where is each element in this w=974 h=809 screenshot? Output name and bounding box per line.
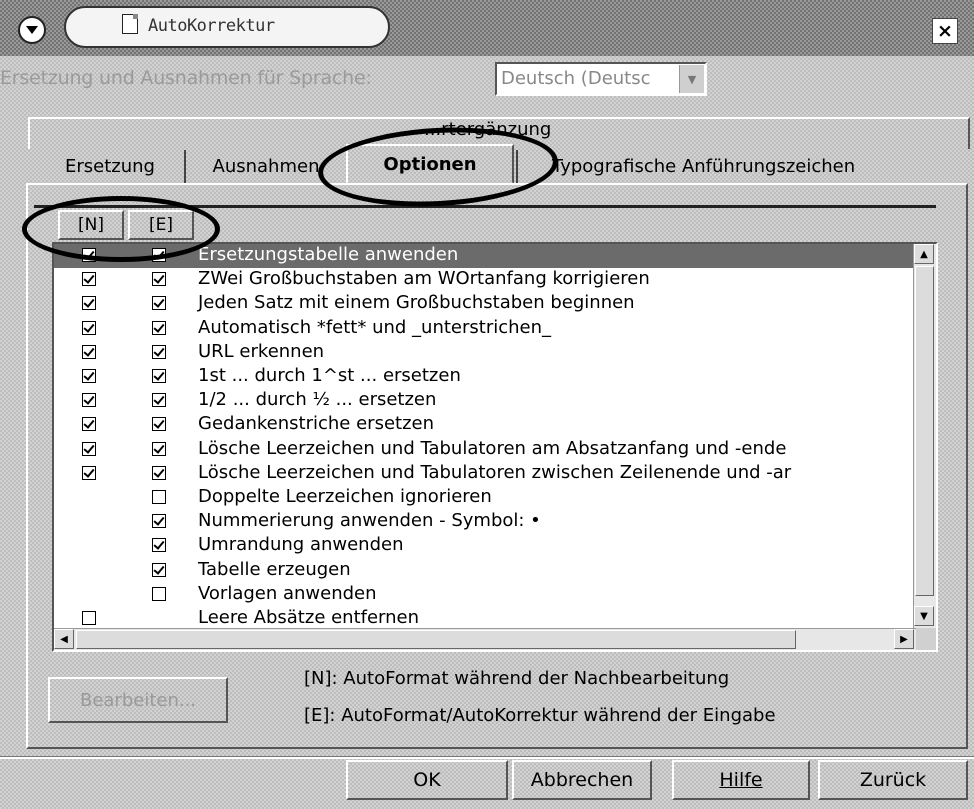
checkbox-e[interactable] (152, 465, 166, 480)
language-label: Ersetzung und Ausnahmen für Sprache: (0, 67, 372, 89)
scroll-left-icon[interactable]: ◀ (54, 629, 74, 649)
back-button[interactable]: Zurück (818, 760, 968, 800)
checkbox-n[interactable] (82, 320, 96, 335)
list-item-label: Leere Absätze entfernen (198, 607, 420, 628)
vertical-scrollbar[interactable]: ▲ ▼ (913, 244, 936, 628)
checkbox-e[interactable] (152, 538, 166, 553)
checkbox-n[interactable] (82, 417, 96, 432)
checkbox-n[interactable] (82, 344, 96, 359)
edit-button-label: Bearbeiten... (79, 689, 197, 711)
ok-label: OK (413, 769, 441, 791)
tab-ersetzung[interactable]: Ersetzung (40, 148, 180, 184)
list-item[interactable]: 1st ... durch 1^st ... ersetzen (54, 365, 914, 389)
scroll-right-icon[interactable]: ▶ (894, 629, 914, 649)
horizontal-scrollbar[interactable]: ◀ ▶ (54, 628, 916, 650)
checkbox-e[interactable] (152, 296, 166, 311)
list-item-label: Doppelte Leerzeichen ignorieren (198, 486, 492, 507)
list-item[interactable]: Jeden Satz mit einem Großbuchstaben begi… (54, 292, 914, 316)
scroll-thumb-horizontal[interactable] (76, 630, 796, 649)
checkbox-n[interactable] (82, 296, 96, 311)
checkbox-e[interactable] (152, 369, 166, 383)
checkbox-e[interactable] (152, 490, 166, 504)
tab-label: Ausnahmen (212, 155, 320, 177)
list-item-label: Umrandung anwenden (198, 534, 404, 556)
scroll-corner (916, 628, 936, 650)
checkbox-e[interactable] (152, 320, 166, 335)
close-icon[interactable]: × (932, 18, 958, 44)
list-item[interactable]: Umrandung anwenden (54, 534, 914, 558)
list-item-label: Gedankenstriche ersetzen (198, 413, 435, 435)
edit-button[interactable]: Bearbeiten... (48, 677, 228, 723)
scroll-down-icon[interactable]: ▼ (914, 606, 934, 626)
list-item-label: Lösche Leerzeichen und Tabulatoren zwisc… (198, 461, 792, 483)
checkbox-n[interactable] (82, 369, 96, 383)
checkbox-e[interactable] (152, 417, 166, 432)
scroll-thumb-vertical[interactable] (915, 266, 934, 596)
checkbox-n[interactable] (82, 441, 96, 456)
checkbox-n[interactable] (82, 393, 96, 408)
tab-label: Ersetzung (65, 155, 155, 177)
list-item[interactable]: Lösche Leerzeichen und Tabulatoren zwisc… (54, 462, 914, 486)
list-item-label: Ersetzungstabelle anwenden (198, 244, 459, 265)
tab-divider (184, 150, 186, 184)
list-item-label: Jeden Satz mit einem Großbuchstaben begi… (198, 292, 635, 314)
list-item-label: Tabelle erzeugen (198, 558, 351, 580)
list-item[interactable]: Automatisch *fett* und _unterstrichen_ (54, 317, 914, 341)
list-item-label: Automatisch *fett* und _unterstrichen_ (198, 316, 552, 338)
list-item-label: Vorlagen anwenden (198, 582, 377, 604)
window-menu-icon[interactable] (18, 16, 46, 44)
language-value: Deutsch (Deutsc (501, 68, 651, 89)
list-item-label: 1st ... durch 1^st ... ersetzen (198, 365, 461, 386)
list-item-label: Lösche Leerzeichen und Tabulatoren am Ab… (198, 437, 787, 459)
tab-label: Typografische Anführungszeichen (552, 155, 856, 177)
checkbox-e[interactable] (152, 514, 166, 529)
list-item[interactable]: Gedankenstriche ersetzen (54, 413, 914, 437)
document-icon (122, 14, 138, 34)
list-item[interactable]: Vorlagen anwenden (54, 583, 914, 607)
options-list[interactable]: Ersetzungstabelle anwenden ZWei Großbuchs… (52, 242, 938, 652)
list-item-label: 1/2 ... durch ½ ... ersetzen (198, 389, 437, 411)
checkbox-n[interactable] (82, 272, 96, 287)
list-item[interactable]: Tabelle erzeugen (54, 559, 914, 583)
list-item-label: ZWei Großbuchstaben am WOrtanfang korrig… (198, 268, 650, 290)
scroll-up-icon[interactable]: ▲ (914, 244, 934, 264)
legend-n: [N]: AutoFormat während der Nachbearbeit… (304, 668, 730, 689)
checkbox-e[interactable] (152, 441, 166, 456)
ok-button[interactable]: OK (346, 760, 508, 800)
window-title: AutoKorrektur (148, 16, 275, 36)
checkbox-e[interactable] (152, 562, 166, 577)
checkbox-n[interactable] (82, 611, 96, 625)
list-item[interactable]: 1/2 ... durch ½ ... ersetzen (54, 389, 914, 413)
list-item[interactable]: ZWei Großbuchstaben am WOrtanfang korrig… (54, 268, 914, 292)
checkbox-n[interactable] (82, 465, 96, 480)
checkbox-e[interactable] (152, 393, 166, 408)
list-item[interactable]: URL erkennen (54, 341, 914, 365)
checkbox-e[interactable] (152, 344, 166, 359)
list-item[interactable]: Doppelte Leerzeichen ignorieren (54, 486, 914, 510)
dropdown-arrow-icon[interactable]: ▼ (679, 65, 704, 93)
back-label: Zurück (859, 769, 927, 791)
language-select[interactable]: Deutsch (Deutsc ▼ (495, 62, 707, 96)
checkbox-e[interactable] (152, 586, 166, 601)
list-item[interactable]: Lösche Leerzeichen und Tabulatoren am Ab… (54, 438, 914, 462)
help-label: Hilfe (719, 769, 763, 791)
cancel-label: Abbrechen (530, 769, 634, 791)
legend-e: [E]: AutoFormat/AutoKorrektur während de… (304, 705, 776, 726)
highlight-ring-columns (22, 196, 220, 262)
tab-ausnahmen[interactable]: Ausnahmen (196, 148, 336, 184)
list-item[interactable]: Nummerierung anwenden - Symbol: • (54, 510, 914, 534)
help-button[interactable]: Hilfe (672, 760, 810, 800)
checkbox-e[interactable] (152, 272, 166, 287)
list-item-label: URL erkennen (198, 340, 325, 362)
list-item-label: Nummerierung anwenden - Symbol: • (198, 510, 541, 532)
cancel-button[interactable]: Abbrechen (512, 760, 652, 800)
tab-typografische[interactable]: Typografische Anführungszeichen (530, 148, 930, 184)
